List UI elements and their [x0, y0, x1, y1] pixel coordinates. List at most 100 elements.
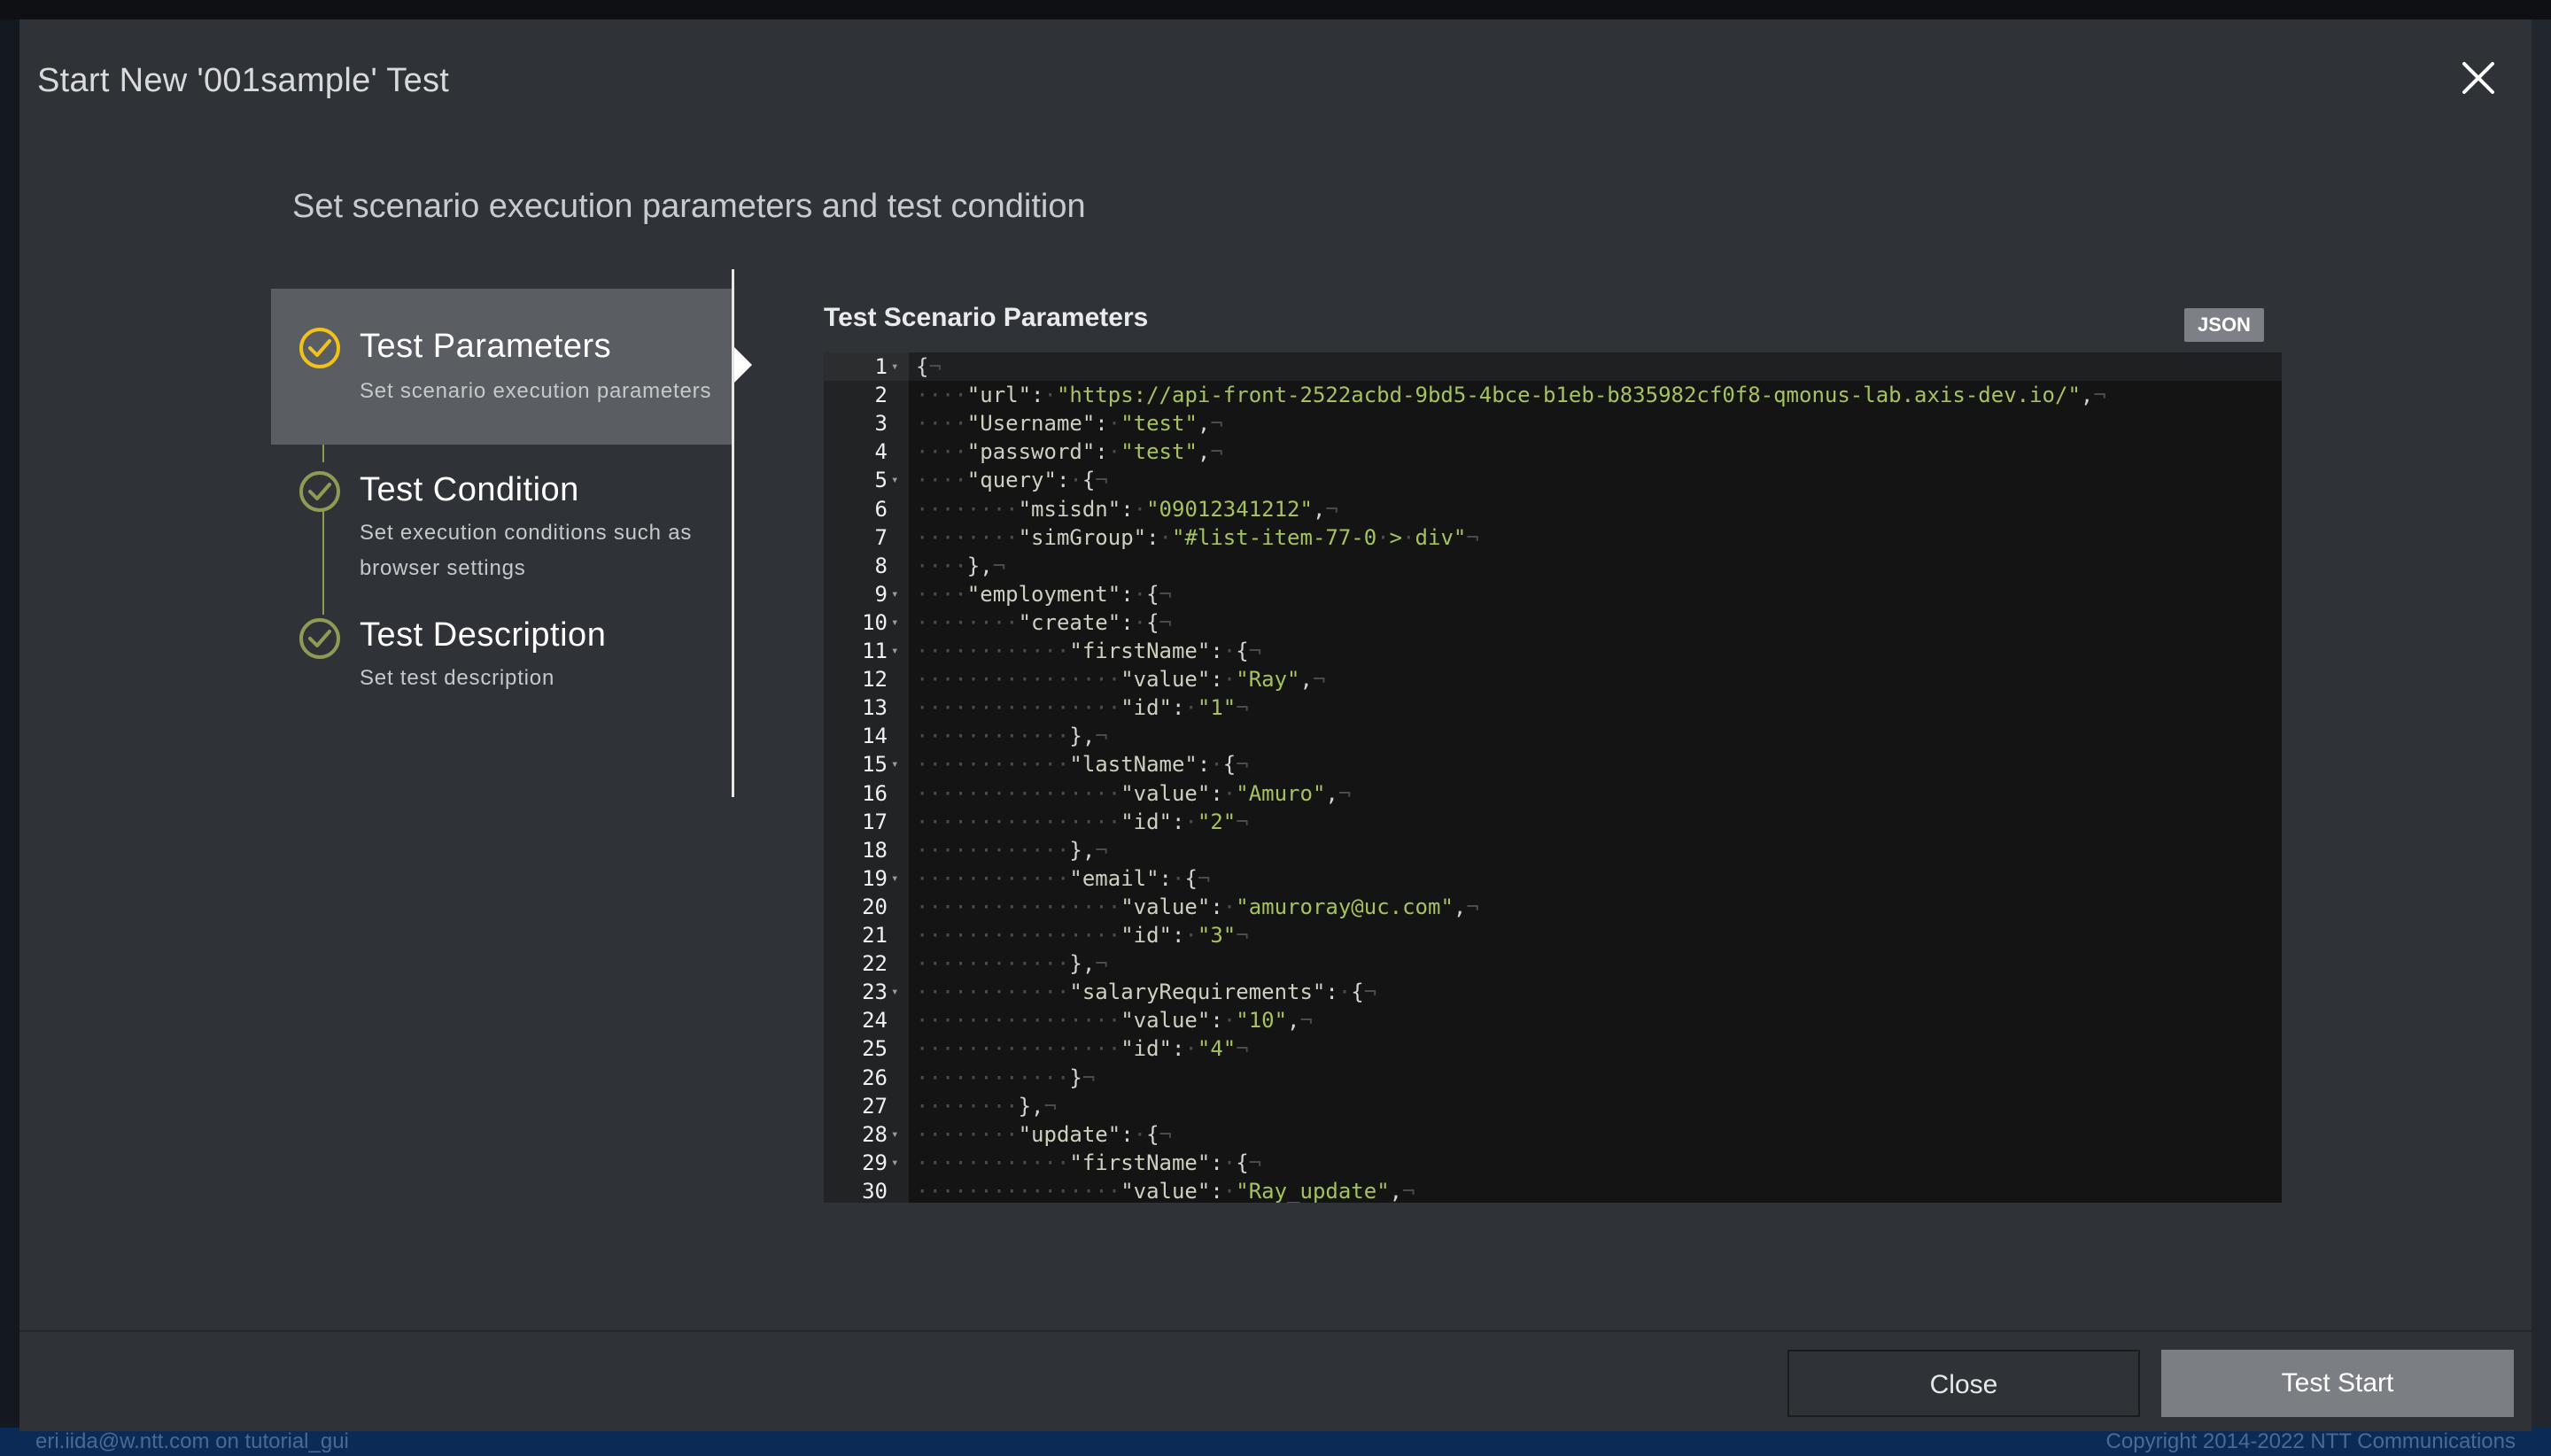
line-number: 9 — [874, 581, 888, 607]
code-line: 28 ▾ ········"update":·{¬ — [824, 1120, 2282, 1149]
close-button[interactable]: Close — [1787, 1350, 2140, 1417]
code-line: 27 ········},¬ — [824, 1092, 2282, 1120]
code-text: {¬ — [916, 354, 942, 379]
code-text: ················"value":·"Ray_update",¬ — [916, 1178, 1415, 1203]
line-number: 26 — [862, 1065, 888, 1090]
fold-toggle-icon[interactable]: ▾ — [891, 864, 898, 893]
code-text: ····},¬ — [916, 553, 1006, 578]
code-text: ····"url":·"https://api-front-2522acbd-9… — [916, 383, 2106, 408]
code-line: 1 ▾ {¬ — [824, 352, 2282, 381]
code-line: 30 ················"value":·"Ray_update",… — [824, 1177, 2282, 1203]
step-navigation: Test Parameters Set scenario execution p… — [271, 269, 735, 797]
code-text: ············"firstName":·{¬ — [916, 1150, 1262, 1175]
line-number: 3 — [874, 411, 888, 437]
line-number: 21 — [862, 923, 888, 948]
step-test-description[interactable]: Test Description Set test description — [271, 593, 732, 700]
background-status-bar: eri.iida@w.ntt.com on tutorial_gui Copyr… — [0, 1428, 2551, 1456]
fold-toggle-icon[interactable]: ▾ — [891, 580, 898, 608]
check-circle-icon — [298, 469, 342, 514]
code-text: ················"value":·"amuroray@uc.co… — [916, 894, 1479, 919]
fold-toggle-icon[interactable]: ▾ — [891, 637, 898, 665]
code-line: 26 ············}¬ — [824, 1064, 2282, 1092]
line-number: 18 — [862, 837, 888, 863]
active-step-arrow-icon — [734, 347, 752, 383]
code-line: 12 ················"value":·"Ray",¬ — [824, 665, 2282, 693]
footer-divider — [19, 1330, 2532, 1332]
code-text: ············"email":·{¬ — [916, 865, 1211, 891]
code-line: 29 ▾ ············"firstName":·{¬ — [824, 1149, 2282, 1177]
code-line: 16 ················"value":·"Amuro",¬ — [824, 779, 2282, 808]
code-text: ············}¬ — [916, 1065, 1096, 1090]
code-text: ················"id":·"1"¬ — [916, 695, 1249, 721]
code-line: 24 ················"value":·"10",¬ — [824, 1006, 2282, 1034]
panel-title: Test Scenario Parameters — [824, 303, 1149, 332]
check-circle-icon — [298, 326, 342, 370]
line-number: 16 — [862, 780, 888, 806]
code-line: 2 ····"url":·"https://api-front-2522acbd-… — [824, 381, 2282, 409]
modal-title: Start New '001sample' Test — [37, 62, 450, 99]
test-start-button[interactable]: Test Start — [2161, 1350, 2514, 1417]
fold-toggle-icon[interactable]: ▾ — [891, 978, 898, 1006]
code-text: ············"firstName":·{¬ — [916, 639, 1262, 663]
code-line: 4 ····"password":·"test",¬ — [824, 438, 2282, 466]
code-text: ················"value":·"10",¬ — [916, 1008, 1313, 1034]
fold-toggle-icon[interactable]: ▾ — [891, 1149, 898, 1177]
code-line: 10 ▾ ········"create":·{¬ — [824, 608, 2282, 637]
line-number: 14 — [862, 724, 888, 749]
code-text: ········},¬ — [916, 1093, 1057, 1119]
step-test-parameters[interactable]: Test Parameters Set scenario execution p… — [271, 289, 732, 445]
step-title: Test Condition — [360, 471, 579, 508]
background-app-header — [0, 0, 2551, 19]
line-number: 24 — [862, 1008, 888, 1034]
code-text: ················"id":·"3"¬ — [916, 923, 1249, 948]
code-line: 9 ▾ ····"employment":·{¬ — [824, 580, 2282, 608]
start-test-modal: Start New '001sample' Test Set scenario … — [19, 19, 2532, 1431]
fold-toggle-icon[interactable]: ▾ — [891, 352, 898, 381]
line-number: 22 — [862, 951, 888, 977]
line-number: 30 — [862, 1178, 888, 1203]
code-text: ············},¬ — [916, 724, 1108, 749]
code-line: 7 ········"simGroup":·"#list-item-77-0·>·… — [824, 523, 2282, 552]
fold-toggle-icon[interactable]: ▾ — [891, 750, 898, 778]
json-mode-badge: JSON — [2184, 308, 2264, 342]
code-text: ················"value":·"Amuro",¬ — [916, 780, 1352, 806]
line-number: 19 — [862, 865, 888, 891]
fold-toggle-icon[interactable]: ▾ — [891, 466, 898, 494]
code-text: ········"update":·{¬ — [916, 1121, 1172, 1147]
modal-subtitle: Set scenario execution parameters and te… — [292, 188, 1086, 225]
code-text: ····"employment":·{¬ — [916, 581, 1172, 607]
code-line: 3 ····"Username":·"test",¬ — [824, 409, 2282, 438]
code-text: ········"msisdn":·"09012341212",¬ — [916, 496, 1338, 522]
code-text: ············"lastName":·{¬ — [916, 752, 1249, 778]
step-test-condition[interactable]: Test Condition Set execution conditions … — [271, 443, 732, 593]
code-line: 17 ················"id":·"2"¬ — [824, 808, 2282, 836]
line-number: 29 — [862, 1150, 888, 1175]
line-number: 27 — [862, 1093, 888, 1119]
line-number: 20 — [862, 894, 888, 919]
code-text: ················"id":·"4"¬ — [916, 1036, 1249, 1062]
code-text: ········"create":·{¬ — [916, 609, 1172, 635]
line-number: 25 — [862, 1036, 888, 1062]
fold-toggle-icon[interactable]: ▾ — [891, 608, 898, 637]
background-status-left: eri.iida@w.ntt.com on tutorial_gui — [35, 1429, 349, 1453]
step-description: Set scenario execution parameters — [360, 379, 712, 403]
code-line: 6 ········"msisdn":·"09012341212",¬ — [824, 495, 2282, 523]
close-icon[interactable] — [2459, 58, 2498, 97]
code-text: ····"Username":·"test",¬ — [916, 411, 1223, 437]
code-line: 21 ················"id":·"3"¬ — [824, 921, 2282, 949]
fold-toggle-icon[interactable]: ▾ — [891, 1120, 898, 1149]
step-title: Test Description — [360, 616, 607, 654]
code-line: 8 ····},¬ — [824, 552, 2282, 580]
code-text: ············},¬ — [916, 837, 1108, 863]
json-code-editor[interactable]: 1 ▾ {¬ 2 ····"url":·"https://api-front-2522a… — [824, 352, 2282, 1203]
background-app-sidebar — [2530, 19, 2551, 1428]
code-line: 5 ▾ ····"query":·{¬ — [824, 466, 2282, 494]
step-description: Set test description — [360, 666, 555, 690]
line-number: 23 — [862, 980, 888, 1005]
code-text: ················"id":·"2"¬ — [916, 809, 1249, 834]
code-text: ····"query":·{¬ — [916, 468, 1108, 493]
line-number: 17 — [862, 809, 888, 834]
line-number: 13 — [862, 695, 888, 721]
line-number: 15 — [862, 752, 888, 778]
code-text: ····"password":·"test",¬ — [916, 439, 1223, 465]
